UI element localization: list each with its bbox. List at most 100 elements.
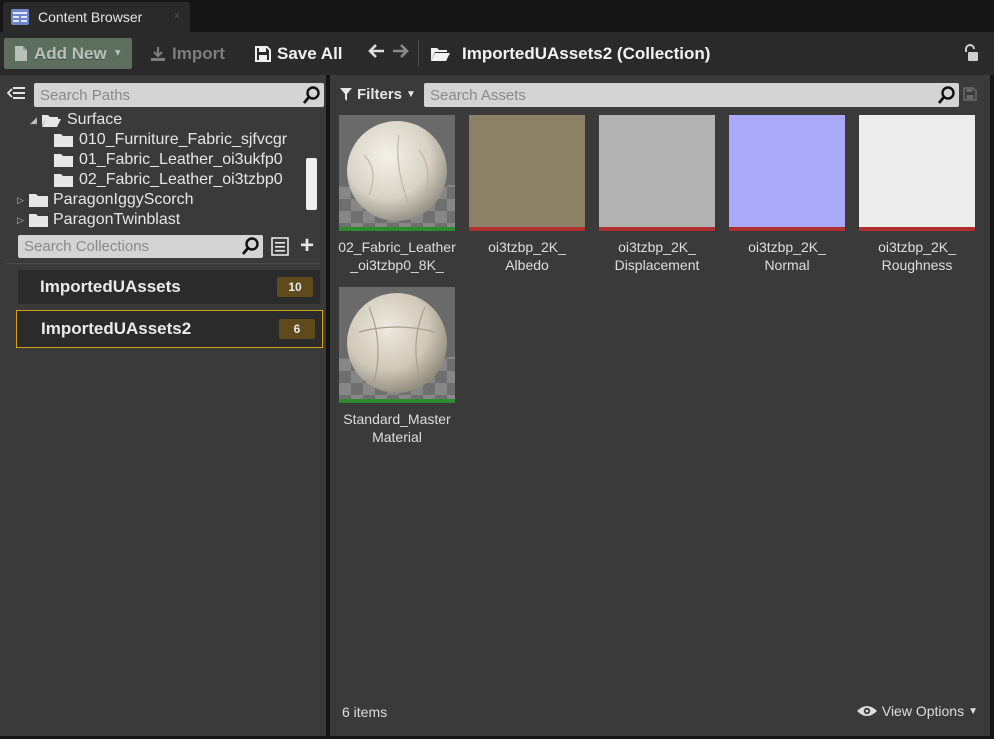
sphere-preview-icon bbox=[339, 115, 455, 231]
tree-item-paragon-twinblast[interactable]: ▷ ParagonTwinblast bbox=[17, 210, 180, 230]
asset-tile[interactable]: Standard_Master Material bbox=[338, 287, 456, 446]
tree-item-fabric-leather-2[interactable]: 02_Fabric_Leather_oi3tzbp0 bbox=[54, 170, 283, 190]
back-arrow-icon[interactable] bbox=[368, 42, 386, 60]
tree-item-furniture-fabric[interactable]: 010_Furniture_Fabric_sjfvcgr bbox=[54, 130, 287, 150]
collection-list-icon[interactable] bbox=[271, 237, 289, 256]
collection-label: ImportedUAssets bbox=[40, 277, 181, 296]
import-label: Import bbox=[172, 43, 225, 63]
sources-panel: ◢ Surface 010_Furniture_Fabric_sjfvcgr 0… bbox=[0, 75, 326, 736]
breadcrumb-label: ImportedUAssets2 (Collection) bbox=[462, 43, 711, 63]
search-icon bbox=[303, 86, 320, 104]
asset-name: oi3tzbp_2K_ Displacement bbox=[614, 239, 700, 273]
tree-item-label: ParagonTwinblast bbox=[53, 211, 181, 228]
add-new-label: Add New bbox=[34, 43, 107, 63]
material-sphere-thumbnail bbox=[339, 287, 455, 403]
tree-item-label: 010_Furniture_Fabric_sjfvcgr bbox=[79, 131, 288, 148]
texture-thumbnail-roughness bbox=[859, 115, 975, 231]
asset-tile[interactable]: oi3tzbp_2K_ Normal bbox=[728, 115, 846, 274]
asset-tile[interactable]: 02_Fabric_Leather _oi3tzbp0_8K_ inst bbox=[338, 115, 456, 276]
tree-item-label: Surface bbox=[67, 111, 123, 128]
save-all-button[interactable]: Save All bbox=[255, 38, 343, 69]
asset-name: oi3tzbp_2K_ Normal bbox=[748, 239, 826, 273]
search-collections-input[interactable] bbox=[18, 235, 227, 258]
tree-item-surface[interactable]: ◢ Surface bbox=[30, 110, 122, 130]
asset-tile[interactable]: oi3tzbp_2K_ Roughness bbox=[858, 115, 976, 274]
search-assets-field[interactable] bbox=[424, 83, 959, 107]
sphere-preview-icon bbox=[339, 287, 455, 403]
collection-item-importeduassets2[interactable]: ImportedUAssets2 6 bbox=[16, 310, 323, 348]
asset-name: 02_Fabric_Leather _oi3tzbp0_8K_ inst bbox=[338, 239, 456, 276]
forward-arrow-icon[interactable] bbox=[391, 42, 409, 60]
search-paths-field[interactable] bbox=[34, 83, 324, 107]
item-count: 6 items bbox=[342, 704, 388, 720]
collapsed-arrow-icon[interactable]: ▷ bbox=[17, 215, 29, 226]
asset-name: oi3tzbp_2K_ Albedo bbox=[488, 239, 566, 273]
tab-bar: Content Browser × bbox=[0, 0, 994, 32]
open-folder-icon bbox=[42, 114, 61, 127]
add-collection-button[interactable]: + bbox=[300, 232, 314, 260]
folder-icon bbox=[29, 213, 48, 227]
asset-name: oi3tzbp_2K_ Roughness bbox=[878, 239, 956, 273]
tree-item-label: ParagonIggyScorch bbox=[53, 191, 194, 208]
tree-item-paragon-iggy[interactable]: ▷ ParagonIggyScorch bbox=[17, 190, 194, 210]
collection-count-badge: 6 bbox=[279, 319, 315, 339]
chevron-down-icon: ▼ bbox=[968, 705, 978, 717]
folder-icon bbox=[54, 133, 73, 147]
search-paths-input[interactable] bbox=[34, 83, 281, 107]
filters-button[interactable]: Filters ▼ bbox=[340, 86, 416, 103]
asset-tile[interactable]: oi3tzbp_2K_ Displacement bbox=[598, 115, 716, 274]
save-icon bbox=[255, 45, 271, 62]
tree-item-label: 02_Fabric_Leather_oi3tzbp0 bbox=[79, 171, 283, 188]
content-browser-icon bbox=[11, 9, 29, 25]
texture-thumbnail-displacement bbox=[599, 115, 715, 231]
add-new-button[interactable]: Add New ▼ bbox=[4, 38, 132, 69]
tree-item-fabric-leather-1[interactable]: 01_Fabric_Leather_oi3ukfp0 bbox=[54, 150, 283, 170]
toolbar: Add New ▼ Import Save All ImportedUAsset… bbox=[0, 32, 994, 75]
save-search-icon[interactable] bbox=[963, 87, 977, 101]
asset-type-bar bbox=[339, 399, 455, 403]
tab-close-icon[interactable]: × bbox=[174, 11, 180, 22]
new-file-icon bbox=[15, 46, 27, 61]
open-folder-icon bbox=[431, 47, 450, 61]
asset-name: Standard_Master Material bbox=[343, 411, 451, 445]
asset-type-bar bbox=[859, 227, 975, 231]
filters-label: Filters bbox=[357, 86, 403, 103]
chevron-down-icon: ▼ bbox=[406, 89, 416, 100]
search-assets-input[interactable] bbox=[424, 83, 879, 107]
breadcrumb[interactable]: ImportedUAssets2 (Collection) bbox=[430, 38, 710, 69]
texture-thumbnail-normal bbox=[729, 115, 845, 231]
collapsed-arrow-icon[interactable]: ▷ bbox=[17, 195, 29, 206]
toggle-sources-icon[interactable] bbox=[7, 86, 25, 100]
asset-type-bar bbox=[729, 227, 845, 231]
folder-icon bbox=[54, 173, 73, 187]
tab-title: Content Browser bbox=[38, 9, 143, 25]
collection-item-importeduassets[interactable]: ImportedUAssets 10 bbox=[18, 270, 320, 304]
view-options-button[interactable]: View Options ▼ bbox=[856, 703, 978, 719]
lock-icon[interactable] bbox=[962, 44, 978, 62]
collection-label: ImportedUAssets2 bbox=[41, 319, 192, 338]
path-tree: ◢ Surface 010_Furniture_Fabric_sjfvcgr 0… bbox=[0, 110, 305, 230]
assets-panel: Filters ▼ Search Assets 02_Fabric_Leathe… bbox=[330, 75, 990, 736]
tab-content-browser[interactable]: Content Browser × bbox=[3, 2, 190, 32]
asset-tile[interactable]: oi3tzbp_2K_ Albedo bbox=[468, 115, 586, 274]
material-sphere-thumbnail bbox=[339, 115, 455, 231]
expanded-arrow-icon[interactable]: ◢ bbox=[30, 115, 42, 126]
import-icon bbox=[151, 46, 165, 61]
tree-item-label: 01_Fabric_Leather_oi3ukfp0 bbox=[79, 151, 283, 168]
folder-icon bbox=[54, 153, 73, 167]
asset-type-bar bbox=[599, 227, 715, 231]
path-tree-scrollbar[interactable] bbox=[306, 158, 317, 210]
search-collections-field[interactable] bbox=[18, 235, 263, 258]
collections-divider bbox=[6, 263, 320, 264]
filter-icon bbox=[340, 88, 352, 101]
asset-type-bar bbox=[339, 227, 455, 231]
import-button[interactable]: Import bbox=[150, 38, 225, 69]
save-all-label: Save All bbox=[277, 43, 343, 63]
collection-count-badge: 10 bbox=[277, 277, 313, 297]
search-icon bbox=[938, 86, 955, 104]
asset-type-bar bbox=[469, 227, 585, 231]
chevron-down-icon: ▼ bbox=[112, 48, 123, 59]
folder-icon bbox=[29, 193, 48, 207]
view-options-label: View Options bbox=[881, 703, 965, 719]
eye-icon bbox=[856, 706, 877, 716]
